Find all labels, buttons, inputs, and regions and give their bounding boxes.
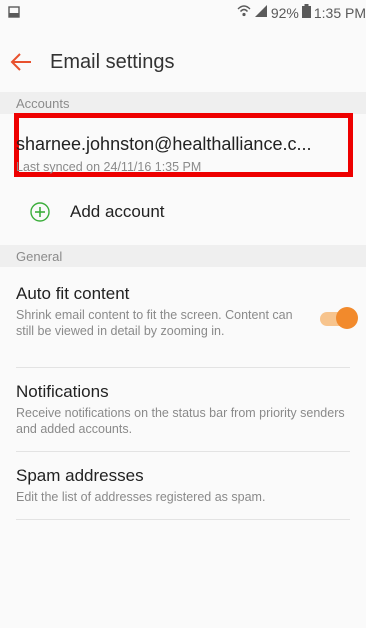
account-email[interactable]: sharnee.johnston@healthalliance.c... <box>16 134 311 155</box>
add-account-button[interactable]: Add account <box>0 196 366 230</box>
setting-title: Notifications <box>16 382 109 401</box>
auto-fit-toggle[interactable] <box>320 306 360 330</box>
divider <box>16 367 350 368</box>
status-time: 1:35 PM <box>313 4 366 21</box>
signal-icon <box>254 4 268 21</box>
status-indicators: 92% 1:35 PM <box>237 4 366 21</box>
divider <box>16 451 350 452</box>
title-bar: Email settings <box>0 36 366 86</box>
section-header-accounts: Accounts <box>0 92 366 114</box>
battery-icon <box>301 4 311 21</box>
setting-description: Receive notifications on the status bar … <box>16 406 345 436</box>
setting-title: Auto fit content <box>16 284 130 303</box>
plus-icon <box>30 202 50 222</box>
screen: 92% 1:35 PM Email settings Accounts shar… <box>0 0 376 642</box>
section-label: Accounts <box>16 96 70 111</box>
battery-percent: 92% <box>270 4 299 21</box>
email-settings-app: 92% 1:35 PM Email settings Accounts shar… <box>0 0 366 628</box>
setting-spam-addresses[interactable]: Spam addresses Edit the list of addresse… <box>16 466 350 505</box>
divider <box>16 519 350 520</box>
section-label: General <box>16 249 63 264</box>
setting-description: Edit the list of addresses registered as… <box>16 490 266 504</box>
screenshot-icon <box>8 5 20 21</box>
edge-strip-right <box>366 0 376 642</box>
wifi-icon <box>237 4 251 21</box>
page-title: Email settings <box>50 51 175 73</box>
setting-auto-fit[interactable]: Auto fit content Shrink email content to… <box>16 284 306 339</box>
setting-description: Shrink email content to fit the screen. … <box>16 308 293 338</box>
setting-title: Spam addresses <box>16 466 144 485</box>
back-arrow-icon[interactable] <box>10 52 32 72</box>
status-bar: 92% 1:35 PM <box>0 0 366 24</box>
edge-strip-bottom <box>0 628 376 642</box>
section-header-general: General <box>0 245 366 267</box>
account-last-synced: Last synced on 24/11/16 1:35 PM <box>16 160 202 174</box>
setting-notifications[interactable]: Notifications Receive notifications on t… <box>16 382 350 437</box>
add-account-label: Add account <box>70 202 165 221</box>
toggle-knob <box>336 307 358 329</box>
